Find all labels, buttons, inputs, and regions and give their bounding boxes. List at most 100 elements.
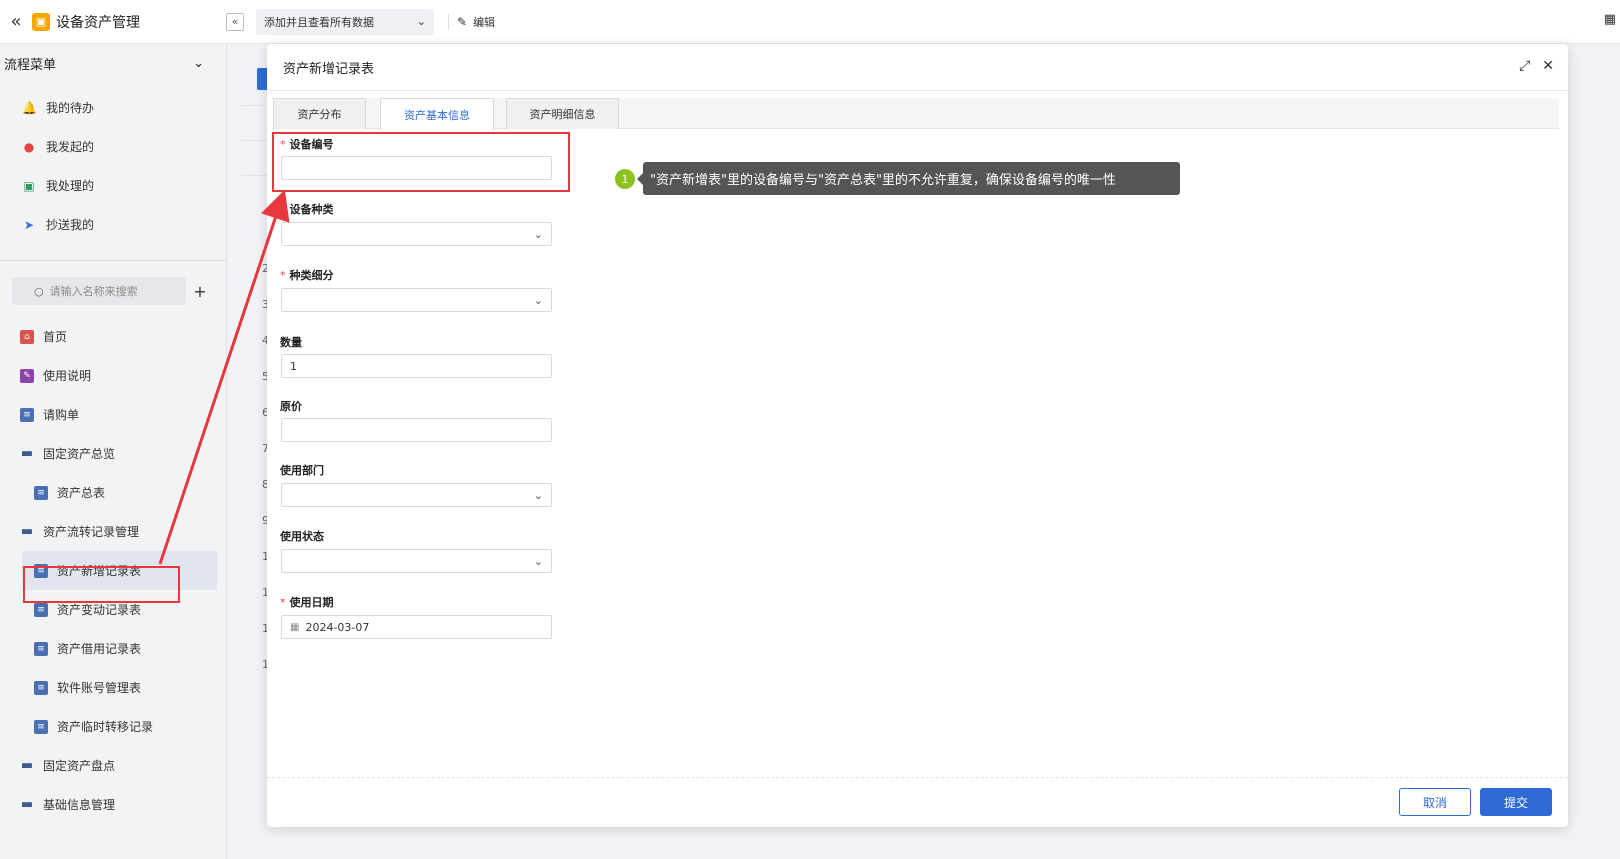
- modal-title: 资产新增记录表: [283, 61, 375, 77]
- edit-button[interactable]: ✎ 编辑: [457, 14, 495, 30]
- highlight-device-no: [272, 132, 570, 192]
- search-icon: ○: [34, 284, 44, 298]
- field-label-use-date: * 使用日期: [280, 596, 334, 609]
- sidebar-item-label: 资产流转记录管理: [43, 525, 140, 539]
- sidebar-item-label: 首页: [43, 330, 68, 344]
- app-title: 设备资产管理: [56, 14, 140, 31]
- sidebar-item-label: 固定资产总览: [43, 447, 116, 461]
- chevron-down-icon: ⌄: [416, 15, 426, 28]
- sidebar-item-label: 固定资产盘点: [43, 759, 116, 773]
- asset-add-modal: 资产新增记录表 ⤢ ✕ 资产分布 资产基本信息 资产明细信息 * 设备编号 * 设备…: [267, 44, 1568, 827]
- field-label-device-type: * 设备种类: [280, 203, 334, 216]
- sidebar-item-asset-borrow[interactable]: ≡ 资产借用记录表: [0, 629, 226, 668]
- annotation-tooltip: "资产新增表"里的设备编号与"资产总表"里的不允许重复，确保设备编号的唯一性: [637, 162, 1180, 195]
- sidebar-item-purchase[interactable]: ≡ 请购单: [0, 395, 226, 434]
- sidebar-item-asset-transfer[interactable]: ≡ 资产临时转移记录: [0, 707, 226, 746]
- chevron-down-icon: ⌄: [193, 55, 204, 71]
- doc-icon: ≡: [34, 641, 48, 656]
- original-price-input[interactable]: [281, 418, 552, 442]
- doc-icon: ≡: [34, 719, 48, 734]
- top-bar: « ▣ 设备资产管理 « 添加并且查看所有数据 ⌄ ✎ 编辑 ▦: [0, 0, 1620, 44]
- quantity-input[interactable]: 1: [281, 354, 552, 378]
- back-icon[interactable]: «: [0, 11, 32, 32]
- department-select[interactable]: ⌄: [281, 483, 552, 507]
- chevron-down-icon: ⌄: [533, 488, 543, 502]
- folder-icon: ▬: [20, 524, 34, 539]
- send-icon: ➤: [23, 217, 35, 232]
- add-button[interactable]: +: [186, 277, 214, 305]
- sidebar-item-label: 资产变动记录表: [57, 603, 142, 617]
- table-row-divider: [242, 140, 268, 141]
- flow-item-cc[interactable]: ➤ 抄送我的: [0, 205, 226, 244]
- table-row-divider: [242, 105, 268, 106]
- submit-button[interactable]: 提交: [1480, 788, 1552, 816]
- annotation-badge: 1: [615, 169, 635, 189]
- chevron-down-icon: ⌄: [533, 227, 543, 241]
- flow-menu-title: 流程菜单: [4, 57, 57, 73]
- flow-item-handled[interactable]: ▣ 我处理的: [0, 166, 226, 205]
- folder-icon: ▬: [20, 446, 34, 461]
- bell-icon: 🔔: [22, 100, 37, 115]
- home-icon: ⌂: [20, 329, 34, 344]
- cancel-button[interactable]: 取消: [1399, 788, 1471, 816]
- chevron-down-icon: ⌄: [533, 554, 543, 568]
- toolbar-divider: [448, 13, 449, 30]
- modal-footer: 取消 提交: [267, 777, 1568, 827]
- sidebar: 流程菜单 ⌄ 🔔 我的待办 ● 我发起的 ▣ 我处理的 ➤ 抄送我的 ○ 请输入…: [0, 44, 227, 859]
- sidebar-item-asset-total[interactable]: ≡ 资产总表: [0, 473, 226, 512]
- app-logo-icon: ▣: [32, 12, 50, 31]
- flow-item-label: 我发起的: [46, 140, 95, 154]
- field-label-department: 使用部门: [280, 464, 324, 477]
- view-select-value: 添加并且查看所有数据: [264, 15, 374, 29]
- doc-icon: ≡: [34, 485, 48, 500]
- sidebar-item-label: 资产借用记录表: [57, 642, 142, 656]
- sidebar-item-flow-records[interactable]: ▬ 资产流转记录管理: [0, 512, 226, 551]
- flow-item-todo[interactable]: 🔔 我的待办: [0, 88, 226, 127]
- table-row-divider: [242, 175, 268, 176]
- status-select[interactable]: ⌄: [281, 549, 552, 573]
- tab-asset-detail-info[interactable]: 资产明细信息: [506, 98, 619, 129]
- calendar-icon: ▦: [290, 621, 300, 633]
- sidebar-item-basic-info[interactable]: ▬ 基础信息管理: [0, 785, 226, 824]
- corner-icon[interactable]: ▦: [1604, 12, 1616, 27]
- sidebar-item-label: 软件账号管理表: [57, 681, 142, 695]
- sidebar-item-label: 资产总表: [57, 486, 106, 500]
- guide-icon: ✎: [20, 368, 34, 383]
- modal-header: 资产新增记录表 ⤢ ✕: [267, 44, 1568, 91]
- flow-item-initiated[interactable]: ● 我发起的: [0, 127, 226, 166]
- sidebar-item-home[interactable]: ⌂ 首页: [0, 317, 226, 356]
- flow-menu-header[interactable]: 流程菜单 ⌄: [0, 44, 226, 82]
- flow-item-label: 抄送我的: [46, 218, 95, 232]
- play-icon: ●: [23, 139, 35, 154]
- use-date-picker[interactable]: ▦ 2024-03-07: [281, 615, 552, 639]
- tab-asset-distribution[interactable]: 资产分布: [273, 98, 366, 129]
- type-detail-select[interactable]: ⌄: [281, 288, 552, 312]
- edit-label: 编辑: [473, 15, 496, 29]
- search-placeholder: 请输入名称来搜索: [49, 285, 138, 298]
- sidebar-item-guide[interactable]: ✎ 使用说明: [0, 356, 226, 395]
- sidebar-item-inventory[interactable]: ▬ 固定资产盘点: [0, 746, 226, 785]
- doc-icon: ≡: [34, 680, 48, 695]
- sidebar-item-label: 基础信息管理: [43, 798, 116, 812]
- tab-bar: 资产分布 资产基本信息 资产明细信息: [273, 98, 1559, 130]
- folder-icon: ▬: [20, 797, 34, 812]
- flow-item-label: 我的待办: [46, 101, 95, 115]
- chevron-down-icon: ⌄: [533, 293, 543, 307]
- sidebar-item-label: 请购单: [43, 408, 80, 422]
- fullscreen-icon[interactable]: ⤢: [1519, 58, 1530, 74]
- field-label-type-detail: * 种类细分: [280, 269, 334, 282]
- field-label-status: 使用状态: [280, 530, 324, 543]
- field-label-original-price: 原价: [280, 400, 302, 413]
- tab-asset-basic-info[interactable]: 资产基本信息: [380, 98, 494, 130]
- device-type-select[interactable]: ⌄: [281, 222, 552, 246]
- sidebar-item-label: 资产临时转移记录: [57, 720, 154, 734]
- view-select[interactable]: 添加并且查看所有数据 ⌄: [256, 8, 434, 35]
- sidebar-item-asset-overview[interactable]: ▬ 固定资产总览: [0, 434, 226, 473]
- field-label-quantity: 数量: [280, 336, 302, 349]
- search-input[interactable]: ○ 请输入名称来搜索: [12, 277, 186, 305]
- close-icon[interactable]: ✕: [1542, 58, 1554, 74]
- check-icon: ▣: [23, 178, 35, 193]
- folder-icon: ▬: [20, 758, 34, 773]
- collapse-sidebar-button[interactable]: «: [226, 12, 244, 31]
- sidebar-item-software-accounts[interactable]: ≡ 软件账号管理表: [0, 668, 226, 707]
